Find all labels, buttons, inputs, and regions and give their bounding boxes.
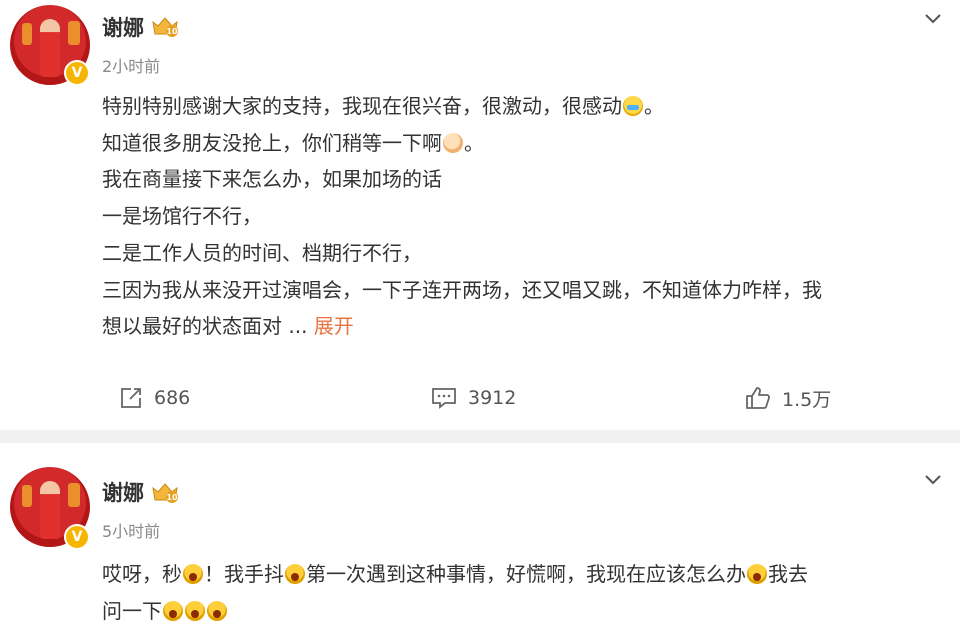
- content-line: 我在商量接下来怎么办，如果加场的话: [102, 167, 442, 192]
- content-text: 知道很多朋友没抢上，你们稍等一下啊: [102, 130, 442, 155]
- avatar-figure: [40, 19, 60, 77]
- content-line: 知道很多朋友没抢上，你们稍等一下啊。: [102, 125, 947, 162]
- post-actions: 686 3912 1.5万: [0, 380, 960, 416]
- content-line: 问一下: [102, 593, 947, 630]
- content-line: 哎呀，秒 ！我手抖 第一次遇到这种事情，好慌啊，我现在应该怎么办 我去: [102, 556, 947, 593]
- content-line: 想以最好的状态面对 ... 展开: [102, 308, 947, 345]
- content-line: 特别特别感谢大家的支持，我现在很兴奋，很激动，很感动。: [102, 88, 947, 125]
- like-button[interactable]: 1.5万: [744, 380, 831, 416]
- weibo-post: V 谢娜 10 2小时前 特别特别感谢大家的支持，我现在很兴奋，很激动，很感动。…: [0, 0, 960, 430]
- thumbs-up-icon: [746, 387, 770, 409]
- vip-crown-icon: 10: [152, 17, 178, 37]
- content-line: 三因为我从来没开过演唱会，一下子连开两场，还又唱又跳，不知道体力咋样，我: [102, 277, 822, 302]
- comment-icon: [432, 388, 456, 409]
- chevron-down-icon[interactable]: [922, 8, 944, 30]
- comment-count: 3912: [468, 387, 517, 409]
- content-line: 一是场馆行不行，: [102, 204, 262, 229]
- content-text: 。: [464, 130, 484, 155]
- weibo-post: V 谢娜 10 5小时前 哎呀，秒 ！我手抖 第一次遇到这种事情，好慌啊，我现在应该…: [0, 443, 960, 631]
- content-text: 哎呀，秒: [102, 562, 182, 586]
- avatar-figure: [40, 481, 60, 539]
- avatar-decoration: [68, 483, 80, 507]
- content-text: 问一下: [102, 598, 162, 623]
- chevron-down-icon[interactable]: [922, 469, 944, 491]
- repost-button[interactable]: 686: [118, 380, 190, 416]
- like-count: 1.5万: [782, 388, 832, 411]
- scream-emoji-icon: [747, 564, 767, 584]
- post-content: 哎呀，秒 ！我手抖 第一次遇到这种事情，好慌啊，我现在应该怎么办 我去 问一下: [102, 556, 947, 629]
- expand-link[interactable]: 展开: [314, 314, 354, 338]
- vip-crown-icon: 10: [152, 483, 178, 503]
- scream-emoji-icon: [207, 600, 227, 621]
- username[interactable]: 谢娜: [102, 477, 144, 507]
- comment-button[interactable]: 3912: [430, 380, 516, 416]
- username[interactable]: 谢娜: [102, 12, 144, 42]
- post-divider: [0, 430, 960, 443]
- content-text: 第一次遇到这种事情，好慌啊，我现在应该怎么办: [306, 562, 746, 586]
- content-text: ！我手抖: [204, 562, 284, 586]
- repost-icon: [121, 388, 141, 408]
- post-content: 特别特别感谢大家的支持，我现在很兴奋，很激动，很感动。 知道很多朋友没抢上，你们…: [102, 88, 947, 345]
- vip-level: 10: [166, 27, 178, 36]
- post-time[interactable]: 2小时前: [102, 53, 160, 77]
- crying-emoji-icon: [623, 96, 643, 116]
- post-time[interactable]: 5小时前: [102, 518, 160, 542]
- avatar-decoration: [22, 23, 32, 45]
- content-line: 二是工作人员的时间、档期行不行，: [102, 240, 422, 265]
- verified-badge-icon: V: [64, 60, 90, 86]
- content-text: 我去: [768, 562, 808, 586]
- scream-emoji-icon: [185, 600, 205, 621]
- vip-level: 10: [166, 493, 178, 502]
- avatar-decoration: [22, 485, 32, 507]
- content-text: 想以最好的状态面对 ...: [102, 314, 308, 339]
- scream-emoji-icon: [285, 564, 305, 584]
- content-text: 。: [644, 94, 664, 118]
- scream-emoji-icon: [163, 600, 183, 621]
- verified-badge-icon: V: [64, 524, 90, 550]
- repost-count: 686: [154, 387, 191, 409]
- content-text: 特别特别感谢大家的支持，我现在很兴奋，很激动，很感动: [102, 94, 622, 118]
- avatar-decoration: [68, 21, 80, 45]
- fist-emoji-icon: [443, 132, 463, 153]
- scream-emoji-icon: [183, 564, 203, 584]
